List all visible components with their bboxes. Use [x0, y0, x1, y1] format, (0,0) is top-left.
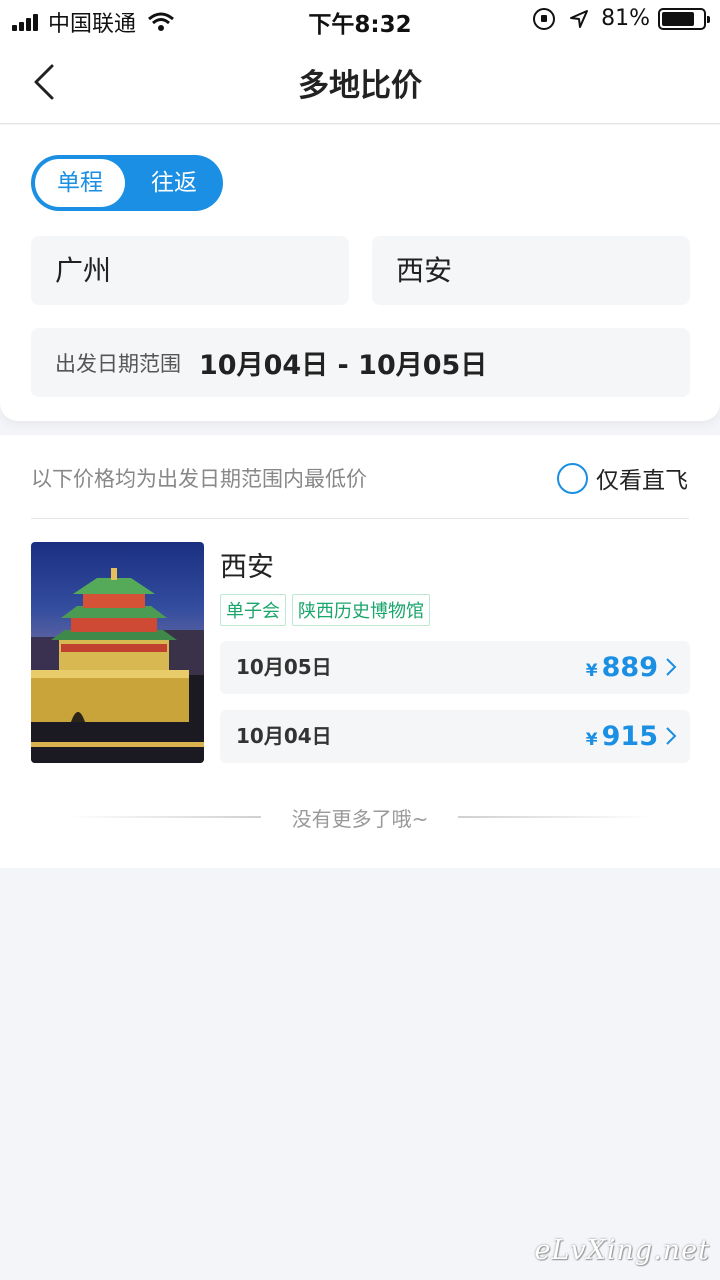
direct-only-label: 仅看直飞 — [596, 468, 688, 494]
search-card: 单程 往返 广州 西安 出发日期范围 10月04日 - 10月05日 — [0, 125, 720, 421]
results-section: 以下价格均为出发日期范围内最低价 仅看直飞 西安 单子会 陕西历史博物馆 10月… — [0, 435, 720, 868]
status-right: 81% — [533, 6, 710, 31]
fare-date: 10月04日 — [236, 724, 332, 748]
destination-image — [31, 542, 204, 763]
watermark: eLvXing.net — [534, 1235, 710, 1266]
fare-row[interactable]: 10月04日 ¥915 — [220, 710, 690, 763]
divider-right — [458, 816, 653, 818]
chevron-right-icon — [666, 727, 677, 745]
fare-price: ¥915 — [586, 710, 658, 767]
price-hint: 以下价格均为出发日期范围内最低价 — [31, 467, 367, 491]
currency-symbol: ¥ — [585, 730, 598, 750]
bell-tower-illustration — [31, 568, 204, 763]
page-title: 多地比价 — [298, 68, 422, 104]
currency-symbol: ¥ — [585, 661, 598, 681]
destination-name: 西安 — [220, 552, 274, 583]
location-arrow-icon — [570, 9, 589, 28]
trip-type-round-trip[interactable]: 往返 — [129, 159, 219, 207]
tag: 陕西历史博物馆 — [292, 594, 430, 626]
price-value: 889 — [601, 652, 658, 683]
radio-icon[interactable] — [557, 462, 588, 494]
price-value: 915 — [601, 721, 658, 752]
chevron-right-icon — [666, 658, 677, 676]
nav-bar: 多地比价 — [0, 40, 720, 124]
trip-type-toggle: 单程 往返 — [31, 155, 223, 211]
destination-card[interactable]: 西安 单子会 陕西历史博物馆 10月05日 ¥889 10月04日 ¥915 — [31, 542, 690, 763]
tag: 单子会 — [220, 594, 286, 626]
arrival-city-field[interactable]: 西安 — [372, 236, 690, 305]
fare-date: 10月05日 — [236, 655, 332, 679]
destination-tags: 单子会 陕西历史博物馆 — [220, 594, 436, 626]
departure-city-field[interactable]: 广州 — [31, 236, 349, 305]
date-range-field[interactable]: 出发日期范围 10月04日 - 10月05日 — [31, 328, 690, 397]
date-range-value: 10月04日 - 10月05日 — [199, 350, 488, 381]
fare-row[interactable]: 10月05日 ¥889 — [220, 641, 690, 694]
battery-icon — [658, 7, 710, 30]
divider — [31, 518, 689, 519]
date-range-label: 出发日期范围 — [55, 351, 181, 376]
trip-type-one-way[interactable]: 单程 — [35, 159, 125, 207]
direct-only-toggle[interactable]: 仅看直飞 — [557, 461, 688, 495]
fare-price: ¥889 — [586, 641, 658, 698]
end-of-list: 没有更多了哦~ — [0, 803, 720, 833]
battery-percent: 81% — [601, 6, 650, 31]
status-bar: 中国联通 下午8:32 81% — [0, 0, 720, 40]
rotation-lock-icon — [533, 7, 556, 30]
